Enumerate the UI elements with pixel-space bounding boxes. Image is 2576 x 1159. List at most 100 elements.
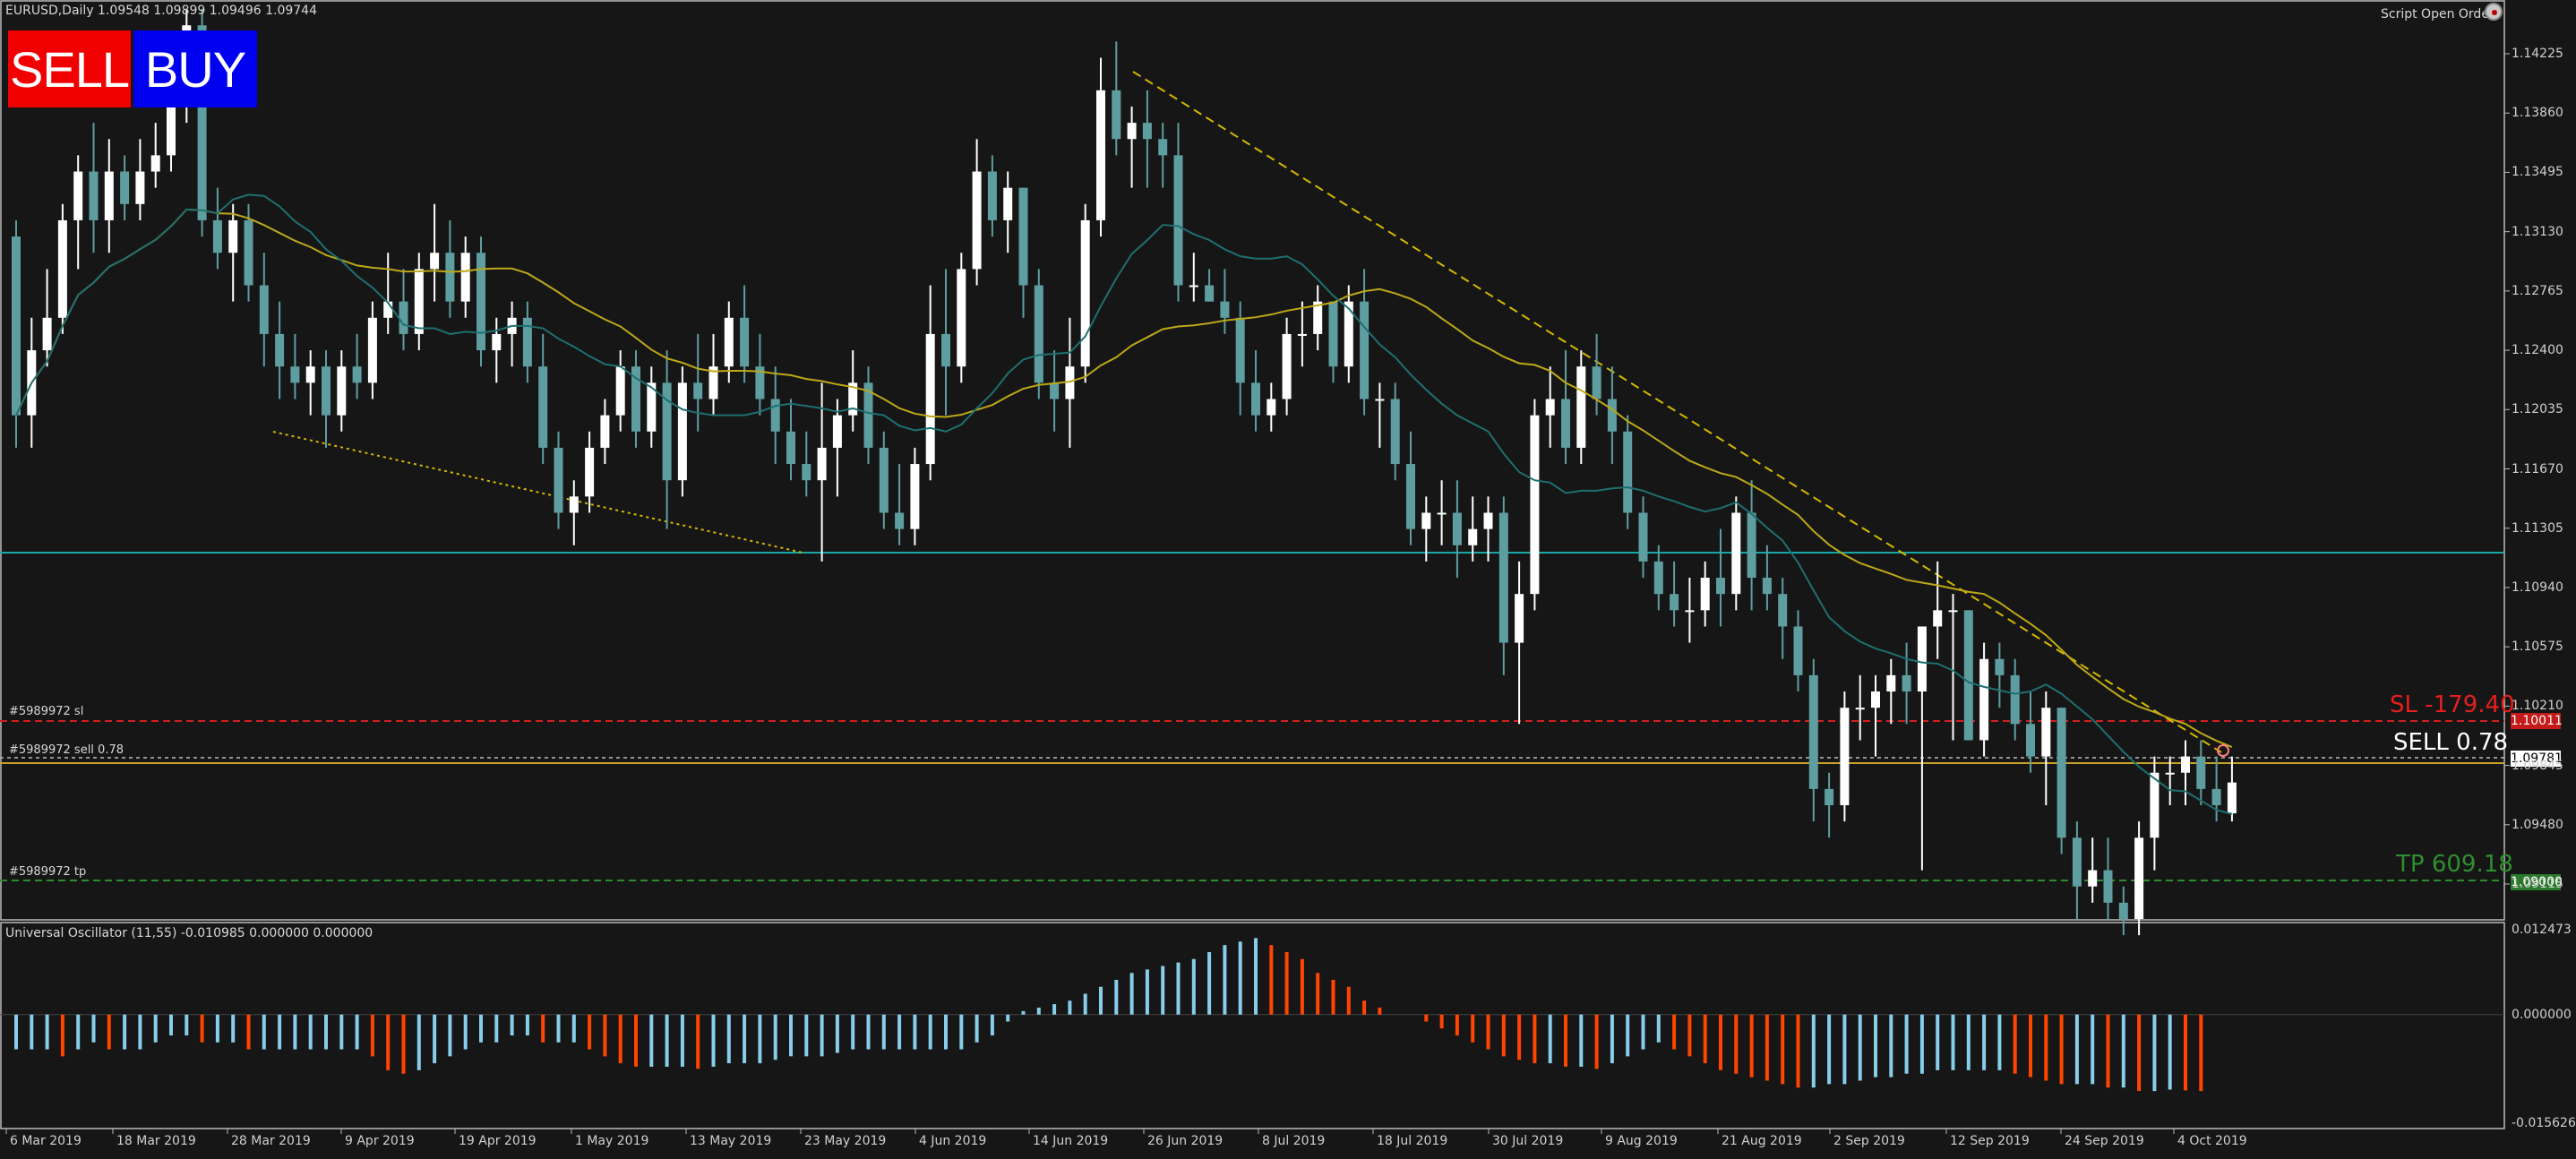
candle-body [1778, 594, 1788, 627]
candle-body [305, 366, 315, 383]
candle-body [1251, 382, 1260, 416]
candle-body [1235, 317, 1245, 383]
candle-body [740, 317, 750, 367]
candle-body [57, 219, 67, 318]
candle-body [150, 155, 160, 172]
time-axis-label: 6 Mar 2019 [10, 1134, 82, 1148]
candle-body [73, 171, 83, 220]
candle-body [2227, 782, 2237, 814]
candle-body [1437, 512, 1447, 515]
time-axis-label: 13 May 2019 [690, 1134, 772, 1148]
main-pane-frame [0, 0, 2505, 921]
candle-body [1267, 399, 1276, 416]
candle-body [2118, 902, 2128, 920]
candle-body [2211, 788, 2221, 806]
candle-body [1685, 610, 1695, 613]
time-axis-label: 18 Jul 2019 [1377, 1134, 1448, 1148]
candle-body [1034, 285, 1043, 383]
candle-body [2134, 837, 2144, 920]
chart-window[interactable] [0, 0, 2576, 1155]
time-axis-label: 14 Jun 2019 [1033, 1134, 1109, 1148]
candle-body [925, 333, 935, 465]
candle-body [1979, 658, 1989, 741]
candle-body [677, 382, 687, 481]
time-axis-label: 9 Apr 2019 [345, 1134, 415, 1148]
support-trend-line [272, 431, 803, 554]
candle-body [2026, 724, 2035, 757]
price-chart[interactable] [0, 0, 2576, 1155]
candle-body [615, 366, 625, 416]
candle-body [352, 366, 362, 383]
candle-body [2150, 772, 2160, 838]
candle-body [802, 464, 811, 481]
candle-body [367, 317, 377, 383]
price-axis-label: 1.09115 [2512, 877, 2563, 891]
candle-body [212, 219, 222, 253]
sl-profit-label: SL -179.40 [2390, 691, 2515, 718]
price-axis-label: 1.13495 [2512, 165, 2563, 180]
osc-axis-zero: 0.000000 [2512, 1008, 2572, 1022]
candle-body [1018, 187, 1028, 286]
candle-body [1328, 301, 1338, 367]
candle-body [1871, 691, 1880, 708]
candle-body [786, 431, 795, 465]
candle-body [2196, 756, 2206, 789]
price-axis-label: 1.13860 [2512, 106, 2563, 121]
candle-body [399, 301, 408, 334]
time-axis-label: 23 May 2019 [804, 1134, 887, 1148]
time-axis-label: 30 Jul 2019 [1492, 1134, 1564, 1148]
candle-body [1375, 399, 1385, 401]
candle-body [1050, 382, 1060, 399]
candle-body [322, 366, 331, 416]
candle-body [879, 447, 889, 513]
candle-body [2088, 870, 2098, 887]
candle-body [104, 171, 114, 220]
oscillator-pane-frame [0, 922, 2505, 1129]
candle-body [1189, 285, 1198, 288]
candle-body [1592, 366, 1601, 399]
candle-body [1297, 333, 1307, 336]
candle-body [1963, 610, 1973, 741]
candle-body [1142, 123, 1152, 140]
sell-line-tag: #5989972 sell 0.78 [9, 743, 124, 757]
buy-button[interactable]: BUY [133, 30, 257, 107]
slow-moving-average [15, 208, 2233, 748]
time-axis-label: 26 Jun 2019 [1147, 1134, 1224, 1148]
candle-body [259, 285, 269, 334]
time-axis-label: 1 May 2019 [575, 1134, 649, 1148]
downtrend-line [1132, 71, 2222, 753]
candle-body [1406, 464, 1415, 529]
candle-body [1080, 219, 1090, 367]
sell-button[interactable]: SELL [8, 30, 131, 107]
candle-body [1205, 285, 1215, 302]
candle-body [290, 366, 300, 383]
candle-body [1360, 301, 1370, 399]
candle-body [1220, 301, 1230, 318]
candle-body [1530, 415, 1540, 595]
candle-body [89, 171, 99, 220]
time-axis-label: 2 Sep 2019 [1833, 1134, 1905, 1148]
candle-body [910, 464, 920, 529]
candle-body [957, 269, 966, 367]
time-axis-label: 21 Aug 2019 [1722, 1134, 1802, 1148]
price-axis-label: 1.10210 [2512, 699, 2563, 714]
candle-body [1096, 90, 1105, 220]
candle-body [941, 333, 950, 367]
candle-body [1127, 123, 1137, 140]
candle-body [1545, 399, 1555, 416]
price-axis-label: 1.12765 [2512, 283, 2563, 298]
candle-body [1825, 788, 1834, 806]
price-axis-label: 1.14225 [2512, 47, 2563, 61]
price-axis-label: 1.10940 [2512, 580, 2563, 595]
candle-body [1747, 512, 1756, 579]
candle-body [2057, 708, 2066, 838]
sl-line-tag: #5989972 sl [9, 705, 84, 718]
candle-body [120, 171, 130, 204]
candle-body [1498, 512, 1508, 643]
candle-body [244, 219, 253, 286]
candle-body [1483, 512, 1493, 529]
script-running-icon[interactable] [2485, 3, 2503, 21]
price-axis-label: 1.09480 [2512, 817, 2563, 832]
sl-price-tag: 1.10011 [2511, 713, 2563, 729]
tp-profit-label: TP 609.18 [2396, 851, 2513, 878]
